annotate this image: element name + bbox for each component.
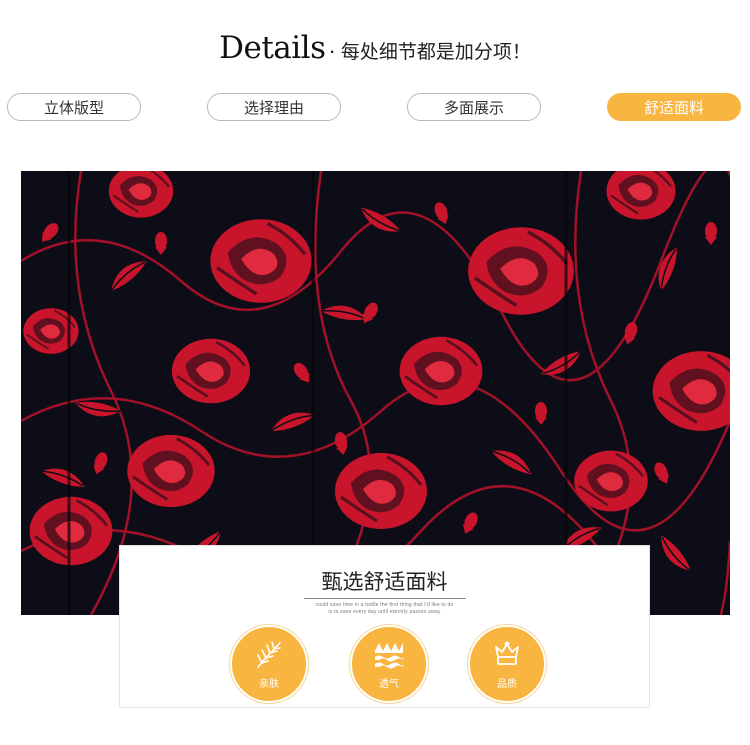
feature-quality: 品质 — [468, 625, 546, 703]
feature-skin-friendly: 亲肤 — [230, 625, 308, 703]
palm-leaf-icon — [257, 641, 281, 668]
fabric-feature-card: 甄选舒适面料 could save time in a bottle the f… — [119, 545, 650, 708]
tab-3d-fit[interactable]: 立体版型 — [7, 93, 141, 121]
details-subtitle: 每处细节都是加分项！ — [340, 41, 531, 63]
details-header: Details · 每处细节都是加分项！ — [0, 30, 750, 70]
card-subtitle-line1: could save time in a bottle the first th… — [315, 602, 454, 608]
tab-reasons[interactable]: 选择理由 — [207, 93, 341, 121]
crown-icon — [495, 641, 519, 665]
waves-icon — [375, 643, 403, 669]
card-title: 甄选舒适面料 — [321, 570, 448, 594]
feature-breathable: 透气 — [350, 625, 428, 703]
feature-label-quality: 品质 — [497, 679, 517, 690]
card-divider — [304, 598, 466, 599]
details-title: Details — [219, 30, 326, 66]
tab-multi-view[interactable]: 多面展示 — [407, 93, 541, 121]
feature-label-breathable: 透气 — [379, 679, 399, 690]
feature-label-skin-friendly: 亲肤 — [259, 679, 279, 690]
tab-comfortable-fabric[interactable]: 舒适面料 — [607, 93, 741, 121]
tab-bar: 立体版型 选择理由 多面展示 舒适面料 — [0, 93, 750, 123]
title-separator: · — [328, 38, 336, 63]
card-subtitle-line2: is to save every day until eternity pass… — [328, 609, 441, 615]
